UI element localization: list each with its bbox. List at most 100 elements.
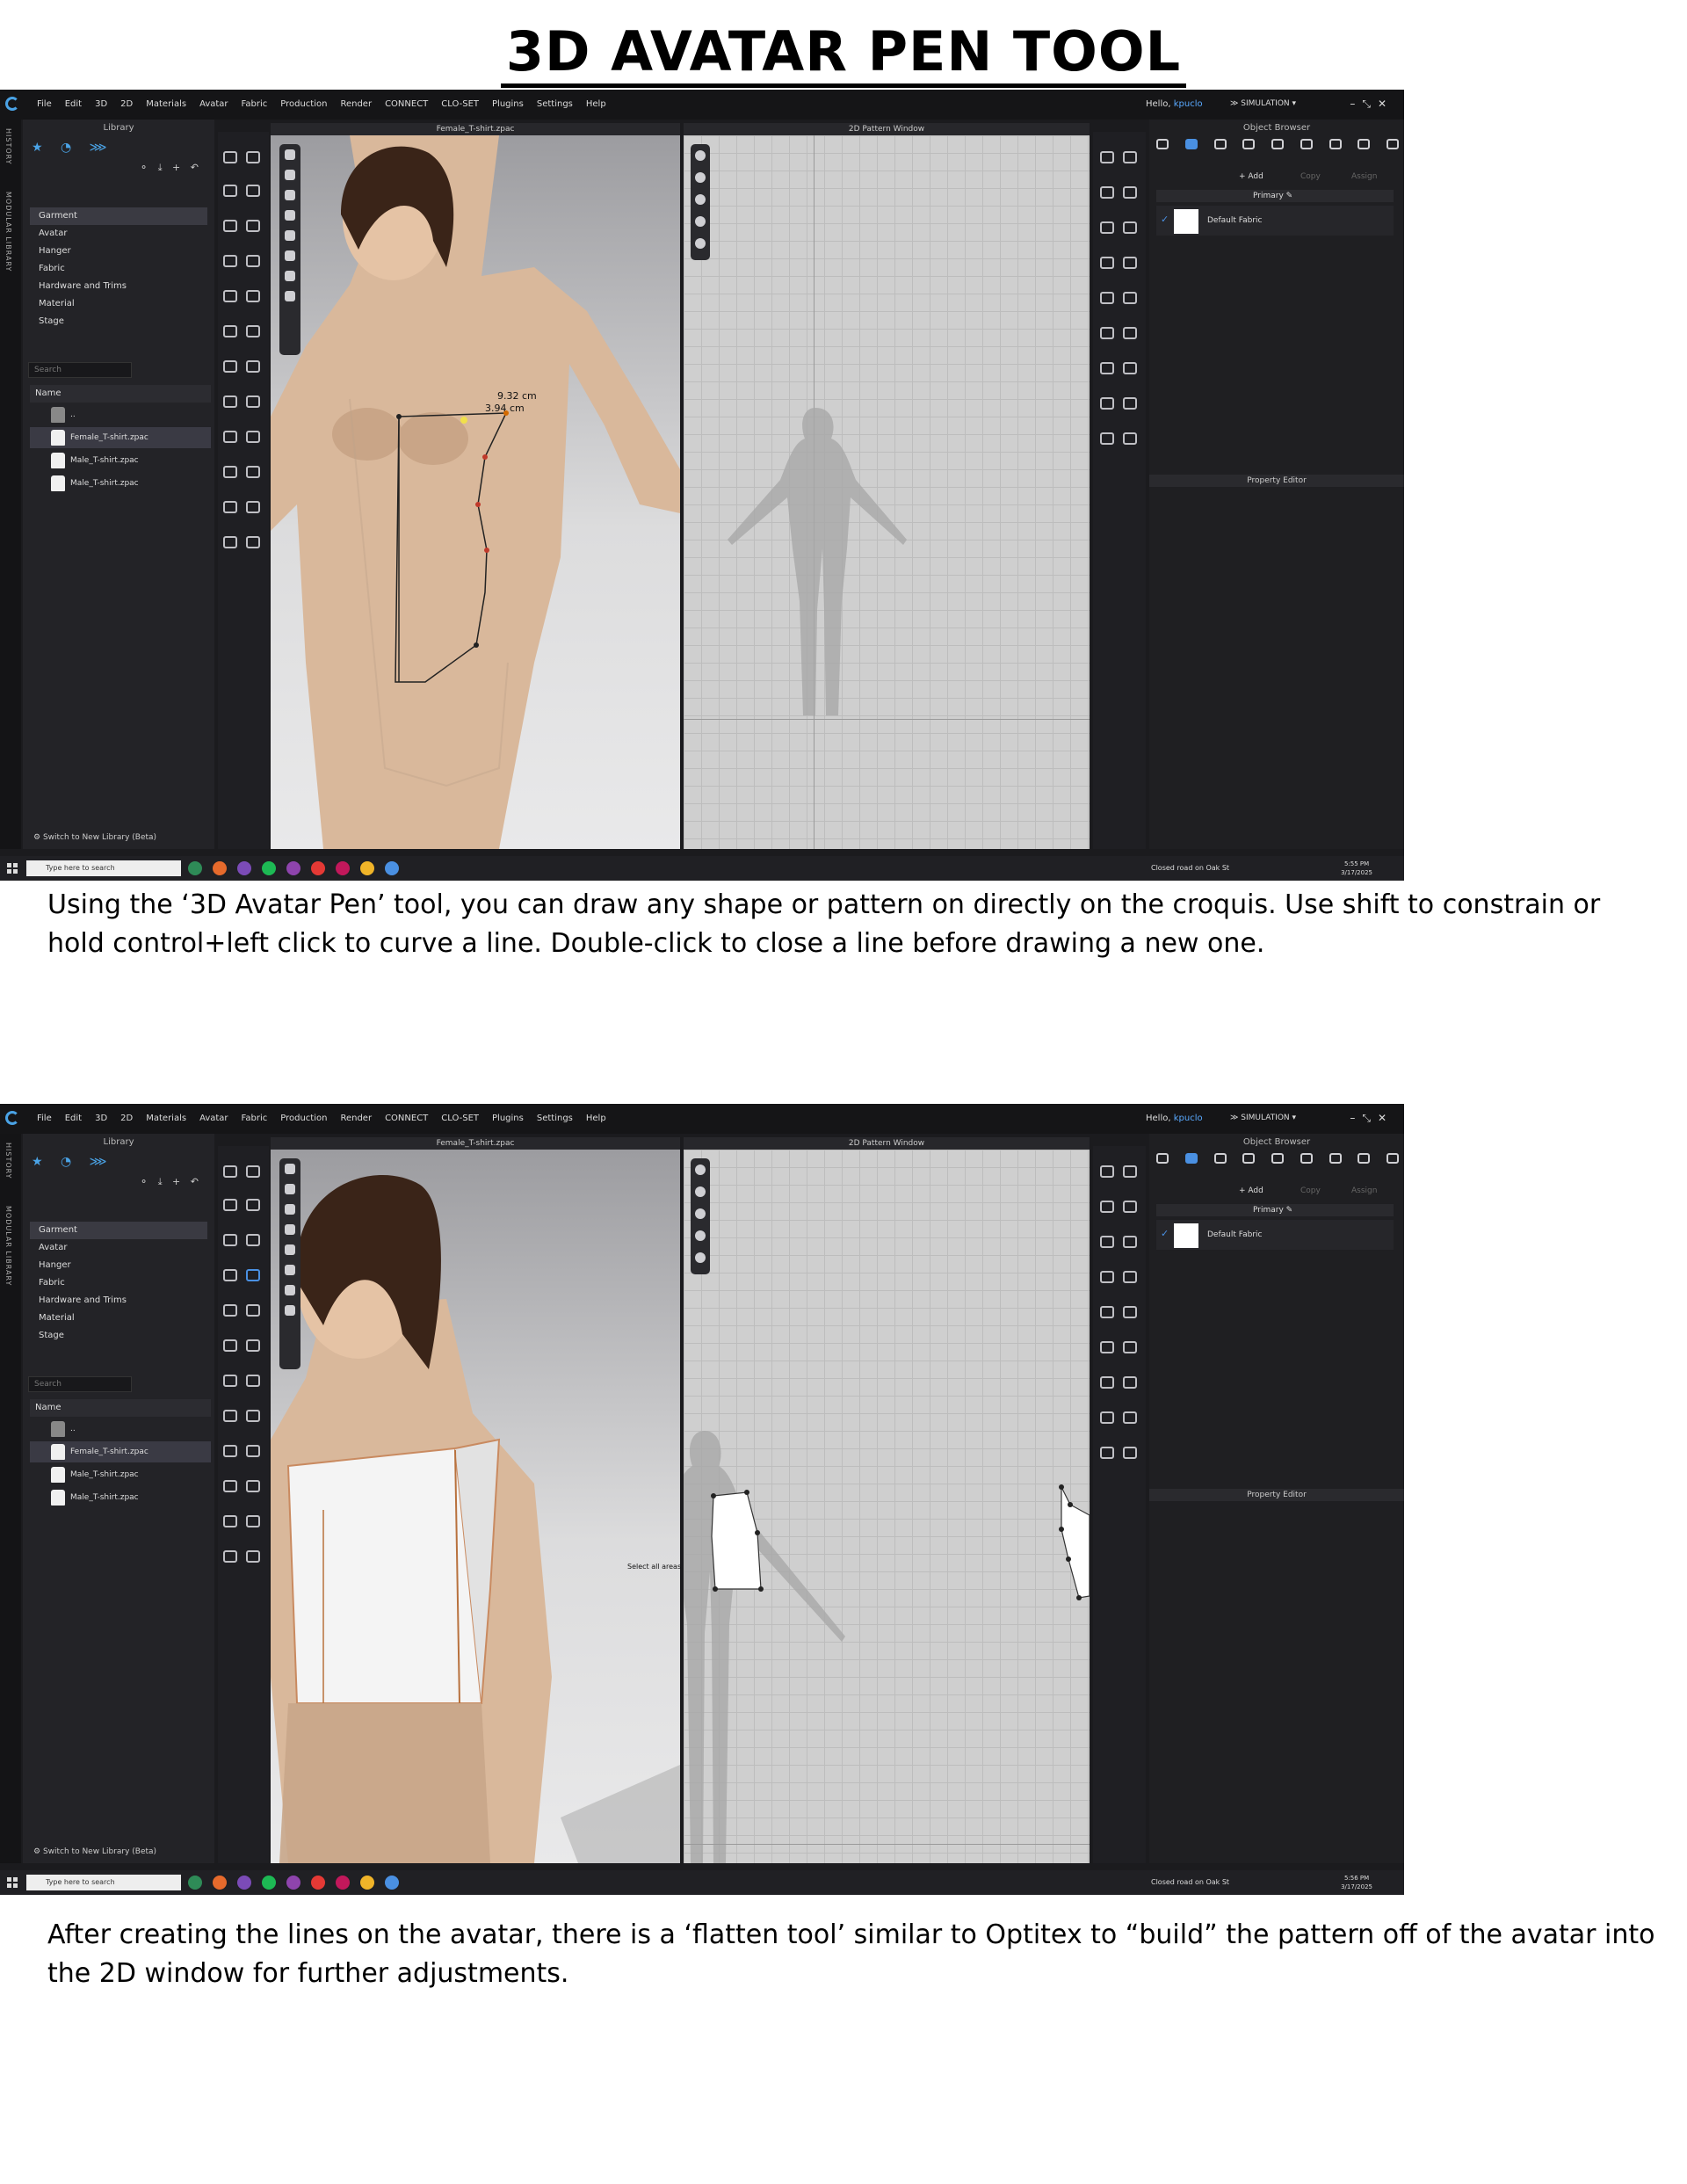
menu-plugins[interactable]: Plugins <box>492 1114 524 1123</box>
fabric-tab-icon[interactable] <box>1184 1153 1198 1164</box>
edit-point-icon[interactable] <box>1123 151 1137 163</box>
print-tool-icon[interactable] <box>223 1480 237 1492</box>
texture-edit-icon[interactable] <box>1123 1376 1137 1389</box>
colorway-primary[interactable]: Primary ✎ <box>1156 190 1394 202</box>
switch-library-link[interactable]: ⚙ Switch to New Library (Beta) <box>33 1847 156 1856</box>
tree-item-garment[interactable]: Garment <box>30 207 207 225</box>
taskbar-clock[interactable]: 5:55 PM 3/17/2025 <box>1341 860 1372 877</box>
menu-plugins[interactable]: Plugins <box>492 99 524 109</box>
shading-display-icon[interactable] <box>285 1224 295 1235</box>
menu-3d[interactable]: 3D <box>95 1114 107 1123</box>
menu-settings[interactable]: Settings <box>537 99 573 109</box>
edit-point-icon[interactable] <box>1123 1165 1137 1178</box>
flatten-tool-icon[interactable] <box>246 1269 260 1281</box>
print-tool-icon[interactable] <box>223 466 237 478</box>
library-search-input[interactable]: Search <box>28 1376 132 1392</box>
indesign-icon[interactable] <box>336 1876 350 1890</box>
transform-tool-icon[interactable] <box>223 185 237 197</box>
topstitch-tab-icon[interactable] <box>1300 1153 1313 1164</box>
2d-pattern-window[interactable] <box>684 1150 1090 1863</box>
copy-button[interactable]: Copy <box>1300 1186 1321 1195</box>
tree-item-fabric[interactable]: Fabric <box>30 260 207 278</box>
window-controls[interactable]: –⤡✕ <box>1350 98 1394 111</box>
pen-cursor-point[interactable] <box>460 417 467 424</box>
assign-button[interactable]: Assign <box>1351 1186 1377 1195</box>
menu-render[interactable]: Render <box>340 1114 372 1123</box>
texture-tool-icon[interactable] <box>246 360 260 373</box>
tree-item-material[interactable]: Material <box>30 1310 207 1327</box>
menu-connect[interactable]: CONNECT <box>385 99 428 109</box>
circle-tool-icon[interactable] <box>246 1339 260 1352</box>
library-favorite-icons[interactable]: ★ ◔ ⋙ <box>32 1155 114 1169</box>
rectangle-icon[interactable] <box>1100 1236 1114 1248</box>
menu-materials[interactable]: Materials <box>146 99 186 109</box>
layer-tool-icon[interactable] <box>246 1445 260 1457</box>
library-search-input[interactable]: Search <box>28 362 132 378</box>
indesign-icon[interactable] <box>336 861 350 875</box>
dart-icon[interactable] <box>1123 1271 1137 1283</box>
file-row[interactable]: Male_T-shirt.zpac <box>30 450 211 471</box>
check-sewing-icon[interactable] <box>1123 327 1137 339</box>
user-name[interactable]: kpuclo <box>1174 1114 1203 1123</box>
tab-history[interactable]: HISTORY <box>4 128 12 165</box>
add-button[interactable]: + Add <box>1239 1186 1263 1195</box>
menu-fabric[interactable]: Fabric <box>242 1114 268 1123</box>
transform-tool-icon[interactable] <box>223 1199 237 1211</box>
window-controls[interactable]: –⤡✕ <box>1350 1112 1394 1125</box>
tab-modular-library[interactable]: MODULAR LIBRARY <box>4 1206 12 1286</box>
text-tool-icon[interactable] <box>1100 397 1114 410</box>
menu-production[interactable]: Production <box>280 99 327 109</box>
edit-sewing-icon[interactable] <box>1100 327 1114 339</box>
layer-tool-icon[interactable] <box>246 431 260 443</box>
2d-pattern-window[interactable] <box>684 135 1090 849</box>
arrangement-icon[interactable] <box>285 1244 295 1255</box>
menu-render[interactable]: Render <box>340 99 372 109</box>
fabric-tool-icon[interactable] <box>223 360 237 373</box>
file-row[interactable]: Male_T-shirt.zpac <box>30 473 211 494</box>
grading-icon[interactable] <box>1100 1447 1114 1459</box>
zipper-tab-icon[interactable] <box>1329 1153 1342 1164</box>
pen-point[interactable] <box>474 642 479 648</box>
seam-tool-icon[interactable] <box>223 1269 237 1281</box>
menu-materials[interactable]: Materials <box>146 1114 186 1123</box>
3d-viewport[interactable]: 9.32 cm 3.94 cm <box>271 135 680 849</box>
pattern-piece-back[interactable] <box>1061 1486 1090 1599</box>
measure-display-icon[interactable] <box>285 1265 295 1275</box>
windows-start-icon[interactable] <box>7 1877 18 1888</box>
menu-edit[interactable]: Edit <box>65 1114 82 1123</box>
list-icon[interactable] <box>1156 139 1169 149</box>
graphic-tab-icon[interactable] <box>1213 139 1227 149</box>
tree-item-avatar[interactable]: Avatar <box>30 1239 207 1257</box>
internal-shape-icon[interactable] <box>1100 257 1114 269</box>
file-row[interactable]: Female_T-shirt.zpac <box>30 427 211 448</box>
rectangle-icon[interactable] <box>1100 221 1114 234</box>
3d-viewport[interactable] <box>271 1150 680 1863</box>
pin-tool-icon[interactable] <box>246 1165 260 1178</box>
list-column-name[interactable]: Name <box>30 385 211 403</box>
avatar-display-icon[interactable] <box>285 1164 295 1174</box>
light-display-icon[interactable] <box>285 1285 295 1295</box>
grainline-icon[interactable] <box>1123 1447 1137 1459</box>
tab-history[interactable]: HISTORY <box>4 1143 12 1179</box>
menu-production[interactable]: Production <box>280 1114 327 1123</box>
assign-button[interactable]: Assign <box>1351 172 1377 181</box>
shirt-tool-icon[interactable] <box>246 290 260 302</box>
tree-item-stage[interactable]: Stage <box>30 313 207 330</box>
text-tool-icon[interactable] <box>1100 1411 1114 1424</box>
dart-icon[interactable] <box>1123 257 1137 269</box>
fold-arrangement-icon[interactable] <box>1100 362 1114 374</box>
circle-icon[interactable] <box>1123 1236 1137 1248</box>
segment-sewing-icon[interactable] <box>1100 292 1114 304</box>
zipper-tab-icon[interactable] <box>1329 139 1342 149</box>
tree-item-stage[interactable]: Stage <box>30 1327 207 1345</box>
more-tab-icon[interactable] <box>1387 139 1399 149</box>
tree-item-avatar[interactable]: Avatar <box>30 225 207 243</box>
tab-modular-library[interactable]: MODULAR LIBRARY <box>4 192 12 272</box>
file-explorer-icon[interactable] <box>360 1876 374 1890</box>
fabric-tab-icon[interactable] <box>1184 139 1198 149</box>
camera-icon[interactable] <box>285 1305 295 1316</box>
select-tool-icon[interactable] <box>223 1165 237 1178</box>
library-tools[interactable]: ⚬ ⤓ + ↶ <box>140 162 202 174</box>
trim-tool-icon[interactable] <box>223 1445 237 1457</box>
taskbar-clock[interactable]: 5:56 PM 3/17/2025 <box>1341 1874 1372 1891</box>
